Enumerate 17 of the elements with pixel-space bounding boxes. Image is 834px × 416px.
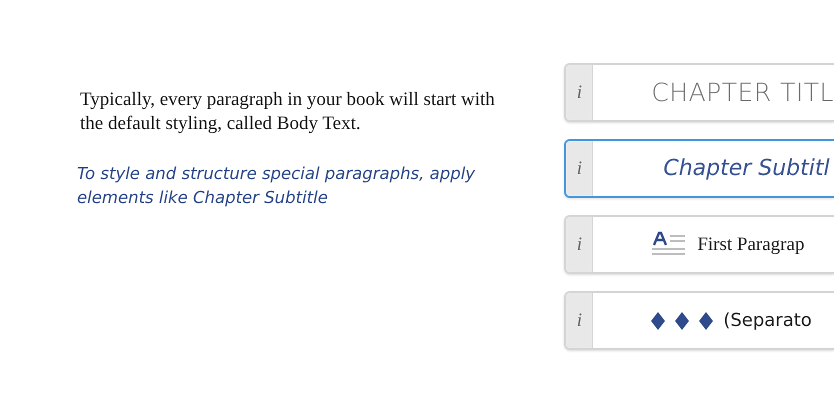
diamond-icon — [699, 312, 714, 330]
element-card[interactable]: i (Separato — [564, 291, 834, 350]
info-tab[interactable]: i — [566, 65, 594, 120]
diamond-icon — [675, 312, 690, 330]
diamond-icon — [651, 312, 666, 330]
info-tab[interactable]: i — [566, 217, 594, 272]
element-label: CHAPTER TITL — [651, 78, 834, 107]
element-label: Chapter Subtitl — [663, 156, 830, 181]
element-card[interactable]: i CHAPTER TITL — [564, 63, 834, 122]
note-paragraph: To style and structure special paragraphs, apply elements like Chapter Subtitle — [77, 163, 476, 209]
body-text-paragraph: Typically, every paragraph in your book will start with the default styling, called Body Text. — [80, 88, 496, 136]
element-label: (Separato — [723, 310, 812, 331]
element-label: First Paragrap — [697, 234, 804, 256]
element-card[interactable]: i First Paragrap — [564, 215, 834, 274]
info-tab[interactable]: i — [566, 293, 594, 348]
info-tab[interactable]: i — [566, 141, 594, 196]
element-card[interactable]: i Chapter Subtitl — [564, 139, 834, 198]
